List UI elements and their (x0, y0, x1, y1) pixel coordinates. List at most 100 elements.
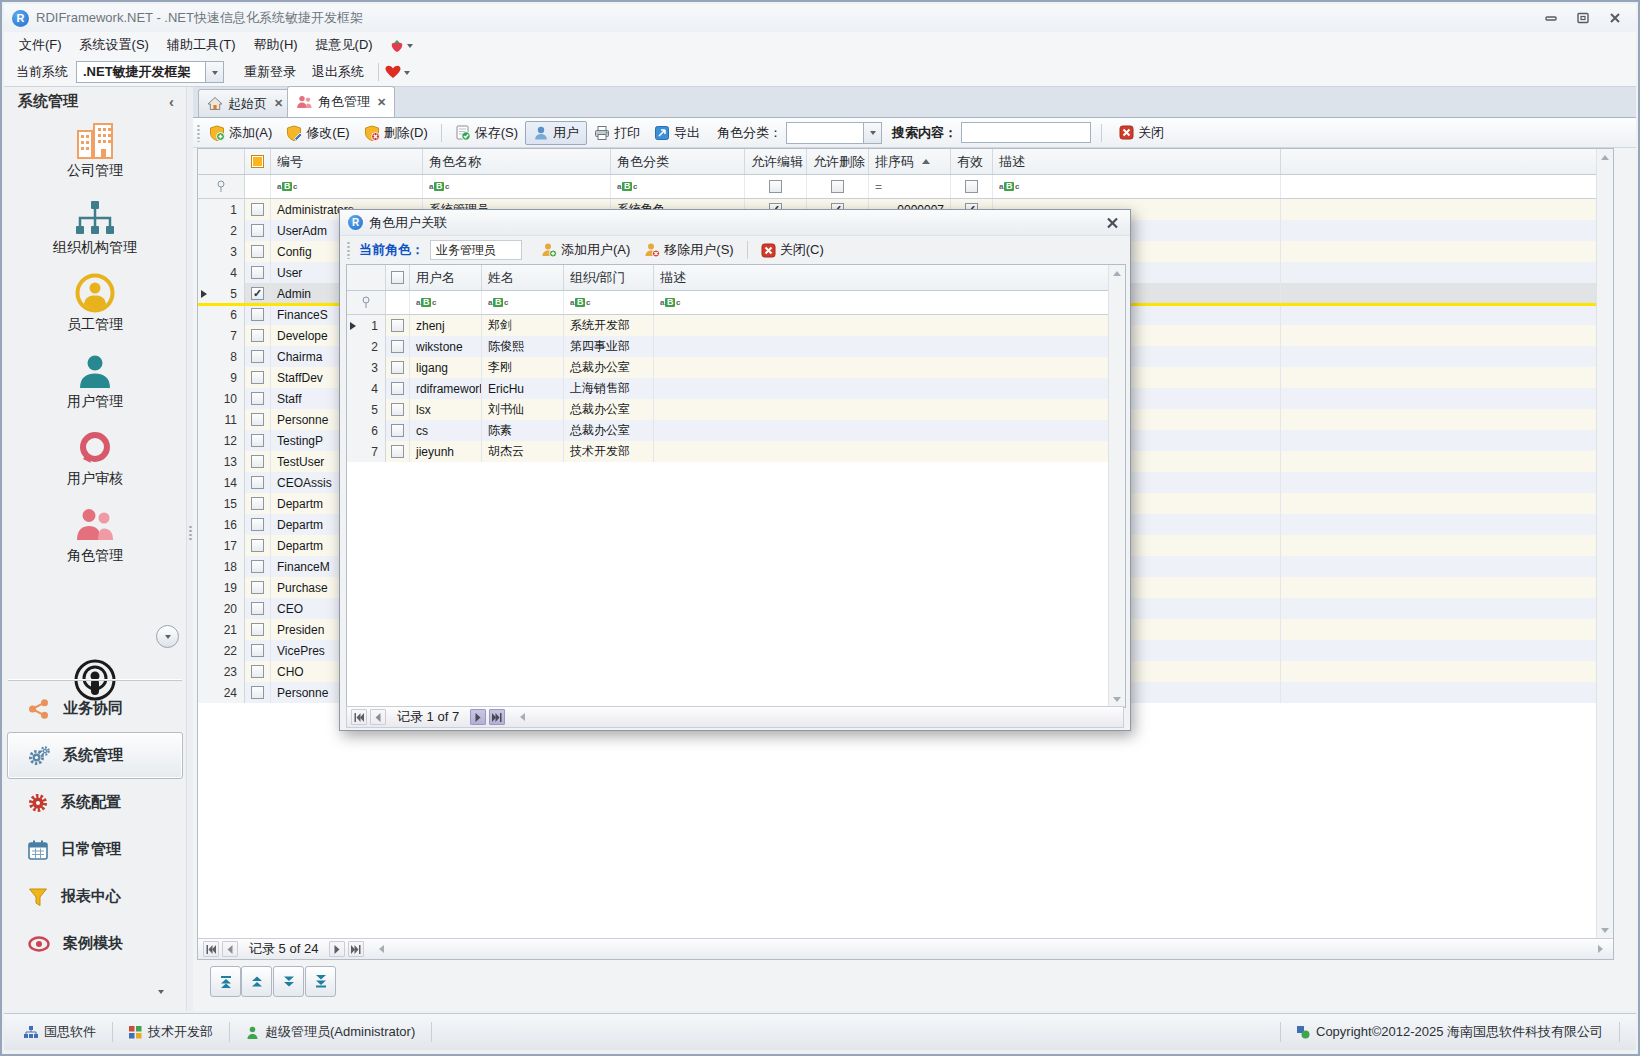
category-combobox[interactable] (786, 122, 882, 144)
menu-tools[interactable]: 辅助工具(T) (158, 32, 245, 58)
tab-home[interactable]: 起始页 ✕ (198, 89, 292, 117)
scroll-down-button[interactable] (156, 625, 179, 648)
sidebar-nav-item[interactable]: 业务协同 (4, 685, 186, 732)
row-checkbox[interactable] (251, 686, 264, 699)
sidebar-module-item[interactable]: 用户审核 (4, 425, 186, 502)
row-checkbox[interactable] (251, 518, 264, 531)
row-checkbox[interactable] (391, 382, 404, 395)
close-button[interactable] (1607, 11, 1622, 25)
row-checkbox[interactable] (251, 329, 264, 342)
grid-vscrollbar[interactable] (1596, 149, 1613, 938)
select-all-checkbox[interactable] (251, 155, 264, 168)
dialog-close-button[interactable] (1102, 214, 1122, 232)
row-checkbox[interactable] (391, 403, 404, 416)
table-row[interactable]: 2 wikstone 陈俊熙 第四事业部 (347, 336, 1108, 357)
move-first-button[interactable] (210, 966, 241, 997)
remove-user-button[interactable]: 移除用户(S) (637, 238, 740, 262)
sidebar-module-item[interactable]: 角色管理 (4, 502, 186, 579)
sidebar-nav-item[interactable]: 系统配置 (4, 779, 186, 826)
sidebar-splitter[interactable] (186, 87, 193, 1011)
row-checkbox[interactable] (251, 392, 264, 405)
tab-close-icon[interactable]: ✕ (377, 96, 386, 109)
column-header-allow-delete[interactable]: 允许删除 (807, 149, 869, 174)
move-last-button[interactable] (305, 966, 336, 997)
column-header-category[interactable]: 角色分类 (611, 149, 745, 174)
first-record-button[interactable] (351, 709, 367, 725)
export-button[interactable]: 导出 (647, 121, 707, 145)
row-checkbox[interactable] (251, 203, 264, 216)
nav-overflow-icon[interactable] (158, 990, 164, 997)
system-combobox[interactable]: .NET敏捷开发框架 (76, 61, 224, 83)
table-row[interactable]: 3 ligang 李刚 总裁办公室 (347, 357, 1108, 378)
row-checkbox[interactable] (251, 224, 264, 237)
maximize-button[interactable] (1575, 11, 1590, 25)
sidebar-module-item[interactable]: 公司管理 (4, 117, 186, 194)
sidebar-module-item[interactable]: 组织机构管理 (4, 194, 186, 271)
row-checkbox[interactable] (391, 445, 404, 458)
row-checkbox[interactable] (251, 497, 264, 510)
row-checkbox[interactable] (251, 476, 264, 489)
move-down-button[interactable] (273, 966, 304, 997)
row-checkbox[interactable] (251, 539, 264, 552)
menu-feedback[interactable]: 提意见(D) (307, 32, 382, 58)
prev-record-button[interactable] (370, 709, 386, 725)
save-button[interactable]: 保存(S) (448, 121, 525, 145)
column-header-name[interactable]: 姓名 (482, 265, 564, 290)
row-checkbox[interactable] (251, 287, 264, 300)
column-header-desc[interactable]: 描述 (993, 149, 1281, 174)
row-checkbox[interactable] (251, 665, 264, 678)
row-checkbox[interactable] (251, 455, 264, 468)
logout-button[interactable]: 退出系统 (304, 59, 372, 85)
hscroll-left-icon[interactable] (516, 713, 525, 721)
combo-drop-button[interactable] (205, 62, 223, 82)
table-row[interactable]: 4 rdiframework EricHu 上海销售部 (347, 378, 1108, 399)
current-role-value[interactable]: 业务管理员 (430, 240, 522, 260)
column-header-desc[interactable]: 描述 (654, 265, 1108, 290)
column-header-valid[interactable]: 有效 (951, 149, 993, 174)
theme-menu-button[interactable] (382, 36, 421, 55)
move-up-button[interactable] (241, 966, 272, 997)
first-record-button[interactable] (203, 941, 219, 957)
column-header-sort[interactable]: 排序码 (869, 149, 951, 174)
row-checkbox[interactable] (251, 308, 264, 321)
row-checkbox[interactable] (391, 340, 404, 353)
sidebar-nav-item[interactable]: 报表中心 (4, 873, 186, 920)
table-row[interactable]: 7 jieyunh 胡杰云 技术开发部 (347, 441, 1108, 462)
minimize-button[interactable] (1543, 11, 1558, 25)
row-checkbox[interactable] (251, 350, 264, 363)
row-checkbox[interactable] (251, 413, 264, 426)
row-checkbox[interactable] (251, 266, 264, 279)
table-row[interactable]: 6 cs 陈素 总裁办公室 (347, 420, 1108, 441)
hscroll-left-icon[interactable] (375, 945, 384, 953)
row-checkbox[interactable] (251, 602, 264, 615)
relogin-button[interactable]: 重新登录 (236, 59, 304, 85)
prev-record-button[interactable] (222, 941, 238, 957)
row-checkbox[interactable] (391, 424, 404, 437)
favorite-heart-icon[interactable] (385, 65, 410, 79)
menu-system-settings[interactable]: 系统设置(S) (71, 32, 158, 58)
row-checkbox[interactable] (251, 581, 264, 594)
next-record-button[interactable] (329, 941, 345, 957)
close-tab-button[interactable]: 关闭 (1112, 121, 1171, 145)
menu-help[interactable]: 帮助(H) (245, 32, 307, 58)
sidebar-nav-item[interactable]: 系统管理 (7, 732, 183, 779)
hscroll-right-icon[interactable] (1598, 945, 1607, 953)
last-record-button[interactable] (348, 941, 364, 957)
row-checkbox[interactable] (251, 560, 264, 573)
row-checkbox[interactable] (251, 644, 264, 657)
user-button[interactable]: 用户 (525, 121, 587, 145)
delete-button[interactable]: 删除(D) (357, 121, 435, 145)
column-header-code[interactable]: 编号 (271, 149, 423, 174)
last-record-button[interactable] (489, 709, 505, 725)
row-checkbox[interactable] (391, 319, 404, 332)
select-all-checkbox[interactable] (391, 271, 404, 284)
column-header-user[interactable]: 用户名 (410, 265, 482, 290)
row-checkbox[interactable] (251, 434, 264, 447)
collapse-sidebar-icon[interactable]: ‹ (169, 93, 174, 110)
sidebar-nav-item[interactable]: 日常管理 (4, 826, 186, 873)
menu-file[interactable]: 文件(F) (10, 32, 71, 58)
sidebar-module-item[interactable]: 员工管理 (4, 271, 186, 348)
search-input[interactable] (961, 122, 1091, 143)
row-checkbox[interactable] (251, 371, 264, 384)
column-header-org[interactable]: 组织/部门 (564, 265, 654, 290)
